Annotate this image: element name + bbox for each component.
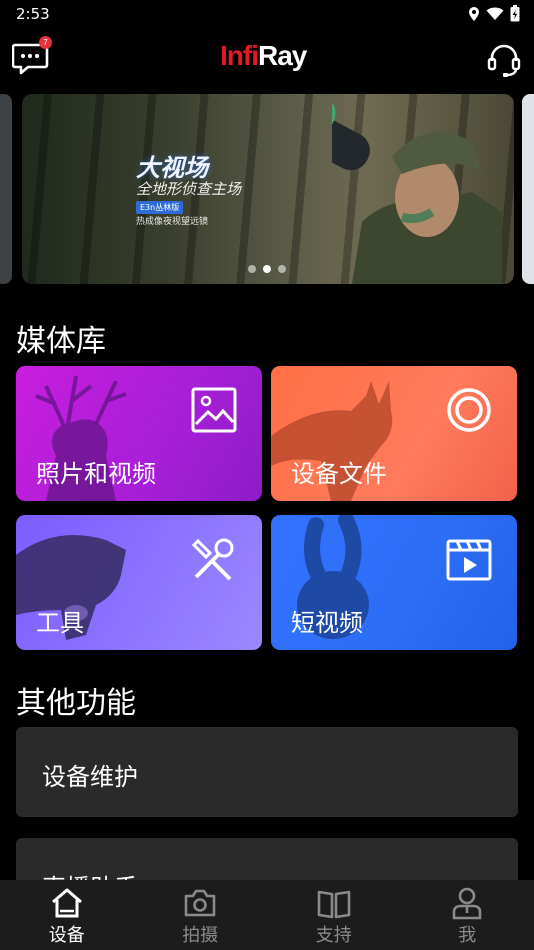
nav-support[interactable]: 支持 — [267, 880, 401, 950]
nav-label: 设备 — [48, 925, 85, 946]
device-files-tile[interactable]: 设备文件 — [271, 366, 517, 501]
tile-label: 短视频 — [291, 609, 363, 637]
headset-icon — [487, 44, 521, 77]
wifi-icon — [486, 7, 504, 20]
location-icon — [469, 6, 479, 21]
video-clapper-icon — [446, 539, 492, 581]
bottom-navigation: 设备 拍摄 支持 我 — [0, 880, 534, 950]
tile-label: 工具 — [36, 609, 84, 637]
banner-person-image — [332, 102, 502, 284]
tools-tile[interactable]: 工具 — [16, 515, 262, 650]
carousel-dot — [278, 265, 286, 273]
customer-support-button[interactable] — [486, 42, 522, 78]
photos-and-videos-tile[interactable]: 照片和视频 — [16, 366, 262, 501]
nav-label: 支持 — [315, 925, 352, 946]
carousel-indicator — [248, 265, 286, 273]
nav-device[interactable]: 设备 — [0, 880, 134, 950]
infiray-logo: InfiRay — [220, 40, 307, 71]
card-label: 设备维护 — [42, 763, 138, 791]
tile-label: 照片和视频 — [36, 460, 156, 488]
banner-subtitle: 全地形侦查主场 — [136, 180, 242, 198]
media-library-title: 媒体库 — [16, 324, 106, 359]
message-count-badge: 7 — [39, 36, 52, 49]
previous-banner-peek[interactable] — [0, 94, 12, 284]
nav-label: 我 — [458, 925, 477, 946]
tools-icon — [191, 538, 234, 581]
nav-label: 拍摄 — [182, 925, 219, 946]
banner-slide[interactable]: 大视场 全地形侦查主场 E3n丛林版 热成像夜视望远镜 — [22, 94, 514, 284]
target-icon — [447, 388, 491, 432]
banner-carousel[interactable]: 大视场 全地形侦查主场 E3n丛林版 热成像夜视望远镜 — [0, 94, 534, 284]
app-header: 7 InfiRay — [0, 28, 534, 88]
home-icon — [51, 888, 82, 918]
messages-button[interactable]: 7 — [11, 36, 52, 76]
short-videos-tile[interactable]: 短视频 — [271, 515, 517, 650]
camera-icon — [184, 889, 216, 917]
battery-icon — [510, 5, 520, 22]
banner-tag: E3n丛林版 — [136, 201, 184, 214]
nav-me[interactable]: 我 — [401, 880, 534, 950]
user-icon — [452, 887, 482, 920]
status-bar: 2:53 — [0, 0, 534, 28]
nav-capture[interactable]: 拍摄 — [134, 880, 268, 950]
device-maintenance-item[interactable]: 设备维护 — [16, 727, 518, 817]
tile-label: 设备文件 — [291, 460, 387, 488]
banner-caption: 热成像夜视望远镜 — [136, 217, 209, 227]
next-banner-peek[interactable] — [522, 94, 534, 284]
carousel-dot — [248, 265, 256, 273]
image-icon — [191, 387, 237, 433]
status-time: 2:53 — [16, 5, 50, 23]
carousel-dot-active — [263, 265, 271, 273]
status-icons — [468, 5, 520, 22]
book-icon — [317, 890, 351, 919]
other-features-title: 其他功能 — [16, 686, 136, 721]
